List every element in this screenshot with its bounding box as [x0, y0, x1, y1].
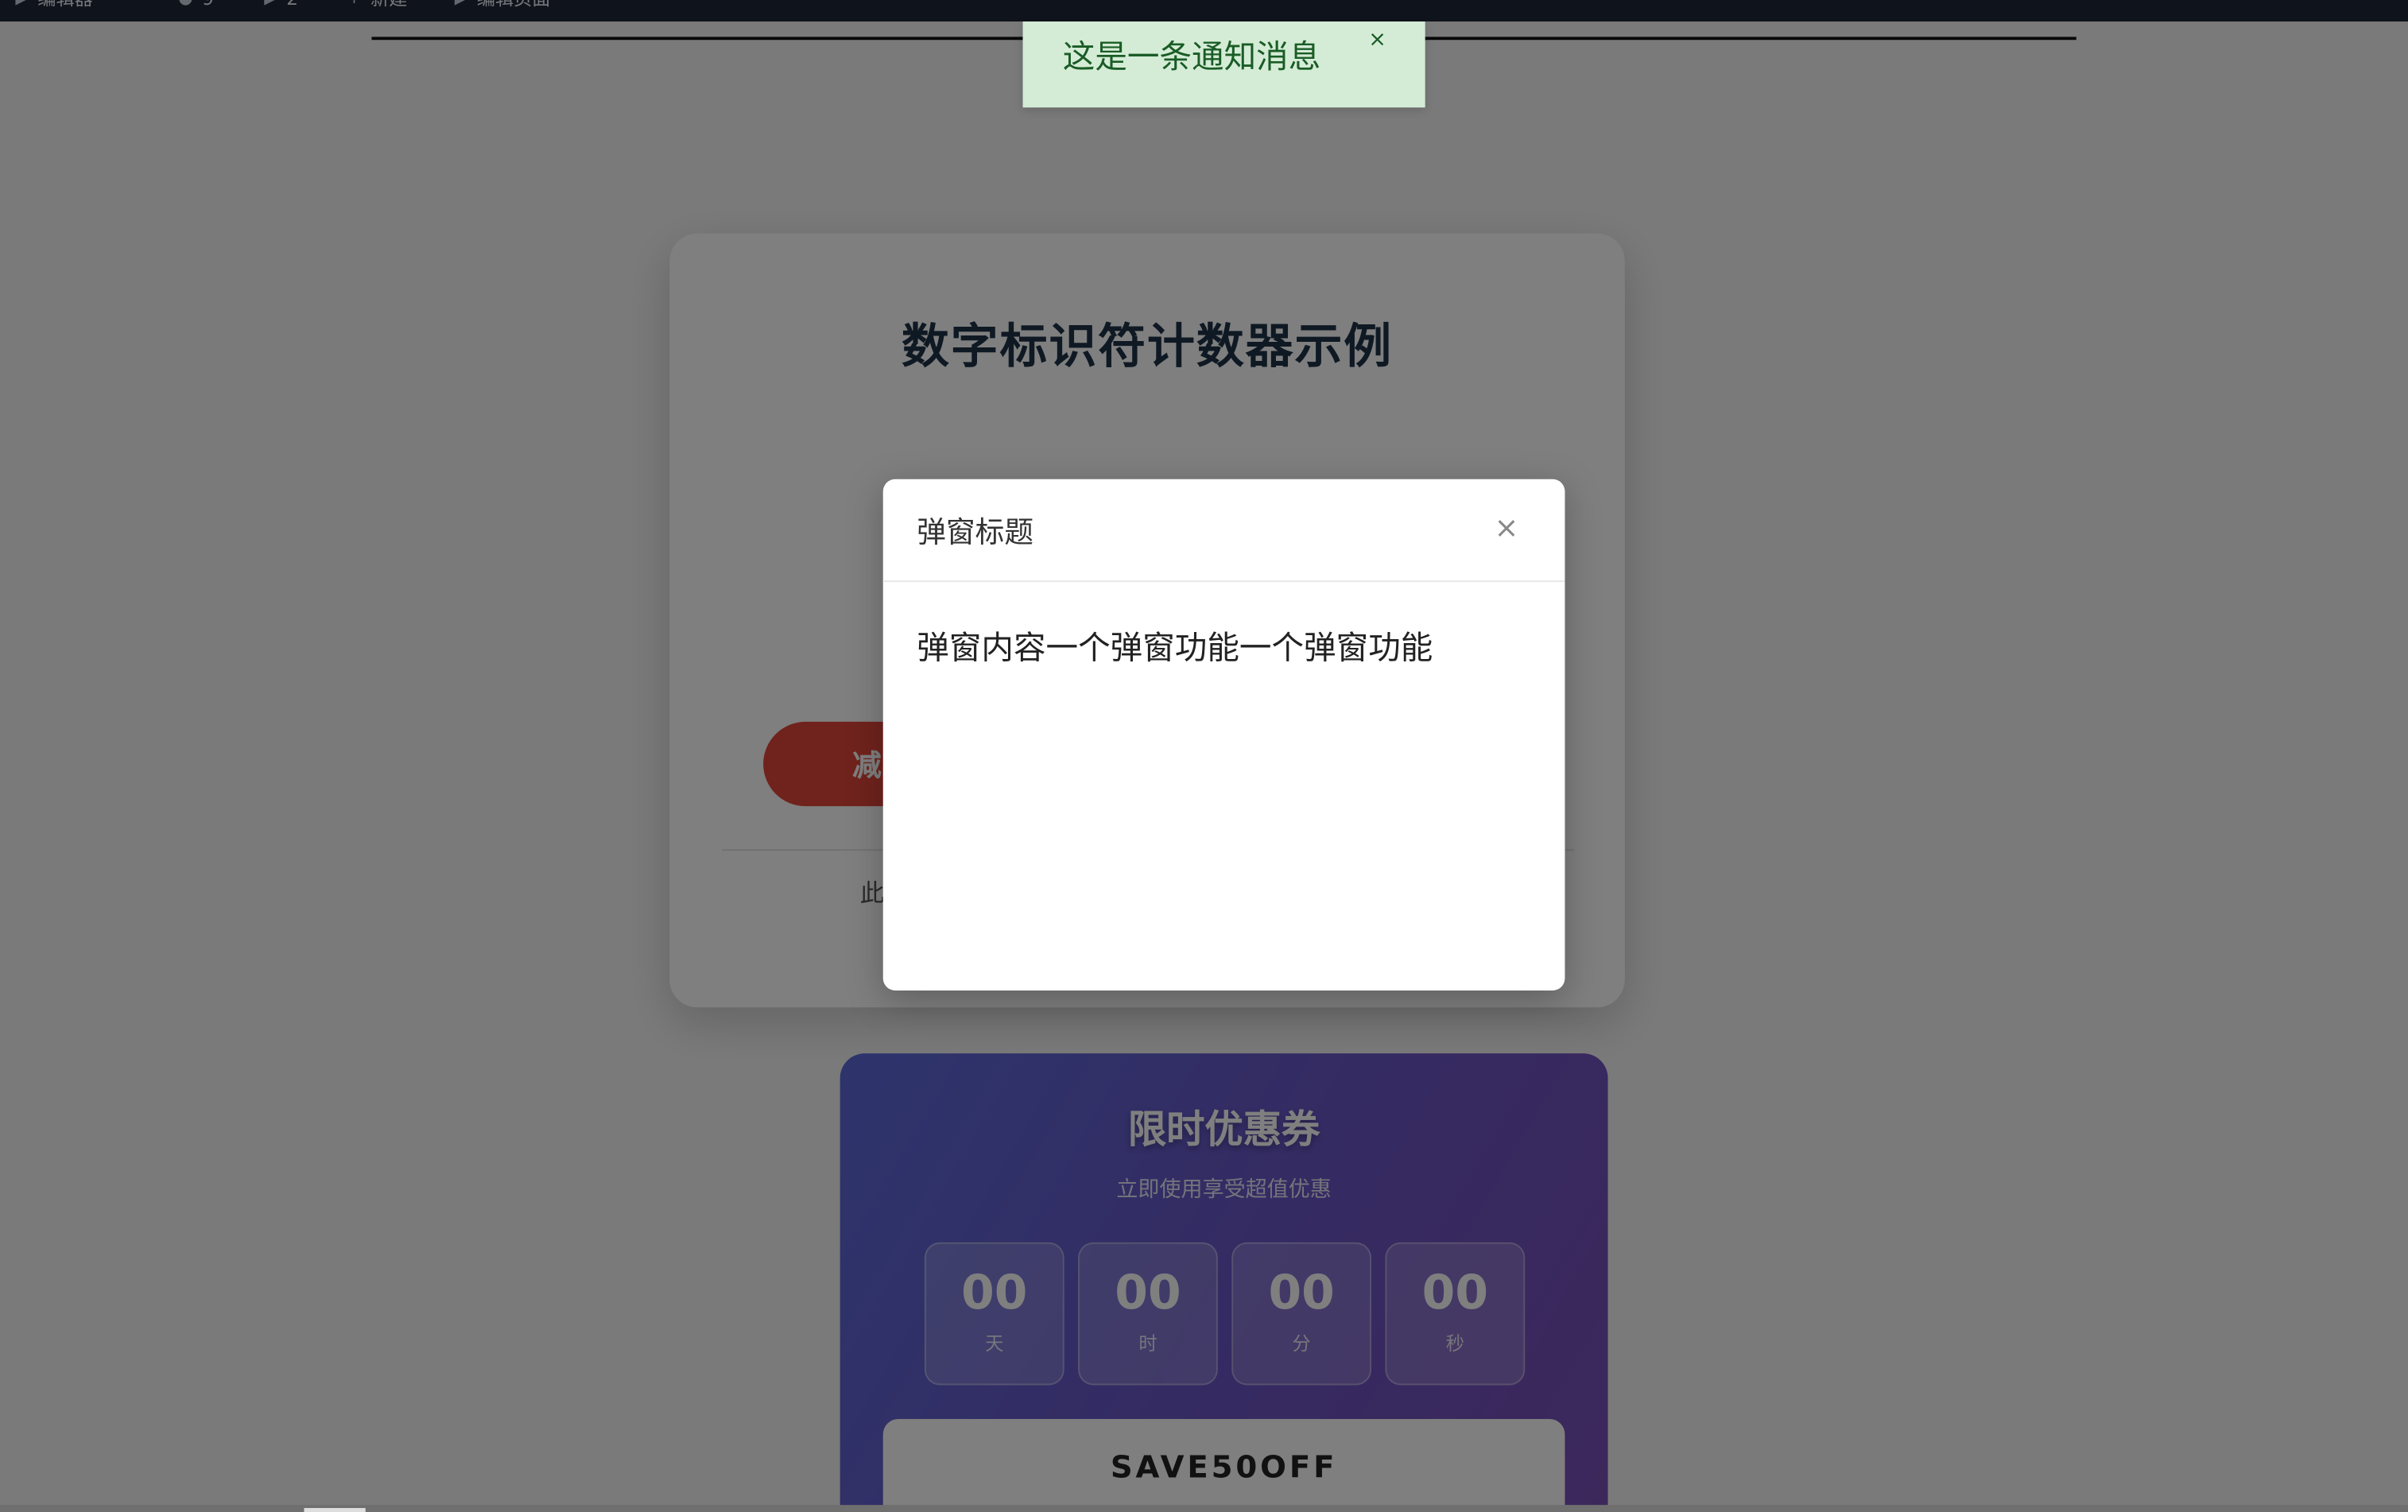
- modal-dialog: 弹窗标题 × 弹窗内容一个弹窗功能一个弹窗功能: [882, 479, 1565, 991]
- modal-close-icon[interactable]: ×: [1488, 510, 1525, 546]
- scrollbar-thumb[interactable]: [304, 1507, 366, 1512]
- toast-message: 这是一条通知消息: [1062, 38, 1321, 76]
- toast-close-icon[interactable]: ×: [1368, 28, 1386, 52]
- page: ▶ 编辑器 ● 9 ▶ 2 + 新建 ▶ 编辑页面 数字标识符计数器示例 减 此…: [0, 0, 2408, 1512]
- modal-title: 弹窗标题: [917, 516, 1034, 550]
- notification-toast: 这是一条通知消息: [1022, 21, 1425, 108]
- bottom-scrollbar[interactable]: [0, 1505, 2408, 1512]
- modal-body: 弹窗内容一个弹窗功能一个弹窗功能: [917, 630, 1433, 667]
- modal-header: 弹窗标题 ×: [882, 479, 1565, 583]
